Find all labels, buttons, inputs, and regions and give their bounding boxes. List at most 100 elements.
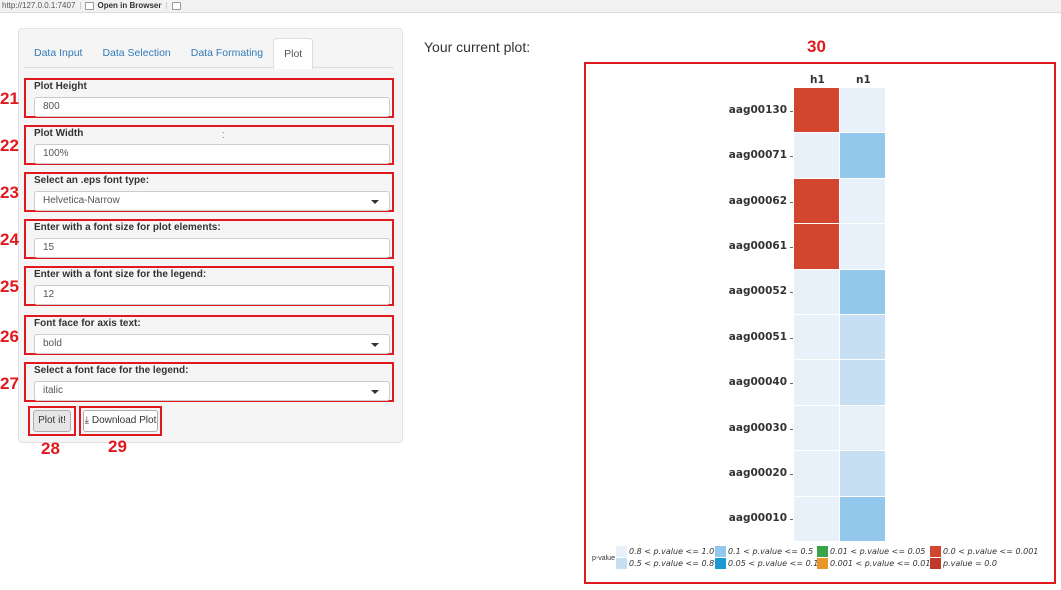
tab-bar: Data Input Data Selection Data Formating… [24,38,394,69]
axis-font-face-select[interactable]: bold [34,334,390,354]
heatmap-cell [794,88,839,133]
legend-swatch [616,546,627,557]
axis-font-face-label: Font face for axis text: [34,318,141,329]
plot-width-input[interactable]: 100% [34,144,390,164]
legend-label: 0.1 < p.value <= 0.5 [728,547,814,556]
legend-font-size-label: Enter with a font size for the legend: [34,269,207,280]
legend-font-size-input[interactable]: 12 [34,285,390,305]
browser-bar: http://127.0.0.1:7407 | Open in Browser … [0,0,1061,13]
annotation-number: 25 [0,277,19,296]
legend-item: 0.8 < p.value <= 1.0 [616,546,714,557]
legend-item: 0.001 < p.value <= 0.01 [817,558,930,569]
row-label-aag00040: aag00040 [728,376,787,389]
plot-font-size-input[interactable]: 15 [34,238,390,258]
row-tick [790,337,793,339]
tab-plot[interactable]: Plot [273,38,314,69]
legend-font-face-select[interactable]: italic [34,381,390,401]
legend-item: 0.1 < p.value <= 0.5 [715,546,813,557]
row-label-aag00051: aag00051 [728,330,787,343]
heatmap-cell [794,360,839,405]
heatmap-cell [840,224,885,269]
chevron-down-icon [371,343,379,347]
legend-swatch [616,558,627,569]
legend-label: 0.001 < p.value <= 0.01 [830,559,931,568]
legend-item: p.value = 0.0 [930,558,997,569]
chevron-down-icon [371,390,379,394]
row-label-aag00130: aag00130 [728,103,787,116]
legend-font-size-group: Enter with a font size for the legend: 1… [24,266,394,306]
legend-swatch [817,558,828,569]
legend-swatch [715,546,726,557]
row-tick [790,201,793,203]
plot-height-input[interactable]: 800 [34,97,390,117]
eps-font-type-group: Select an .eps font type: Helvetica-Narr… [24,172,394,212]
annotation-number: 29 [108,437,127,456]
tab-data-selection[interactable]: Data Selection [92,38,180,67]
annotation-number: 27 [0,374,19,393]
row-tick [790,156,793,158]
plot-height-label: Plot Height [34,81,87,92]
row-tick [790,292,793,294]
heatmap-cell [840,88,885,133]
legend-label: 0.0 < p.value <= 0.001 [943,547,1039,556]
separator: | [79,1,82,10]
refresh-icon[interactable] [171,2,181,10]
row-label-aag00030: aag00030 [728,421,787,434]
download-plot-label: Download Plot [91,415,157,426]
plot-width-value: 100% [43,148,69,159]
heatmap-cell [840,496,885,541]
heatmap-cell [794,269,839,314]
plot-font-size-label: Enter with a font size for plot elements… [34,222,221,233]
heatmap-cell [840,405,885,451]
column-label-n1: n1 [856,74,871,86]
eps-font-type-select[interactable]: Helvetica-Narrow [34,191,390,211]
row-label-aag00052: aag00052 [728,285,787,298]
row-label-aag00071: aag00071 [728,149,787,162]
open-in-browser-button[interactable]: Open in Browser [85,0,162,12]
legend-swatch [817,546,828,557]
row-tick [790,383,793,385]
row-tick [790,473,793,475]
heatmap-cell [794,133,839,178]
heatmap-cell [794,451,839,496]
column-label-h1: h1 [810,74,825,86]
heatmap-cell [794,315,839,360]
eps-font-type-value: Helvetica-Narrow [43,195,120,206]
legend-item: 0.5 < p.value <= 0.8 [616,558,714,569]
row-label-aag00010: aag00010 [728,512,787,525]
legend-swatch [930,546,941,557]
annotation-number: 26 [0,327,19,346]
row-label-aag00020: aag00020 [728,466,787,479]
row-tick [790,519,793,521]
url-text[interactable]: http://127.0.0.1:7407 [2,0,75,12]
legend-label: 0.5 < p.value <= 0.8 [629,559,715,568]
legend-title: p-value [592,555,615,562]
legend-item: 0.05 < p.value <= 0.1 [715,558,818,569]
heatmap-cell [840,133,885,178]
row-tick [790,110,793,112]
annotation-number: 24 [0,230,19,249]
legend-label: p.value = 0.0 [943,559,997,568]
legend-font-face-value: italic [43,385,64,396]
heatmap-cell [840,360,885,405]
plot-width-group: Plot Width ⁚ 100% [24,125,394,165]
resize-handle-icon[interactable]: ⁚ [222,132,225,140]
annotation-number: 23 [0,183,19,202]
heatmap-cell [794,405,839,451]
row-tick [790,428,793,430]
tab-data-input[interactable]: Data Input [24,38,92,67]
tab-data-formating[interactable]: Data Formating [181,38,273,67]
browser-icon [85,2,95,10]
plot-it-button[interactable]: Plot it! [33,410,71,432]
heatmap-cell [840,269,885,314]
row-label-aag00061: aag00061 [728,239,787,252]
row-label-aag00062: aag00062 [728,194,787,207]
plot-height-group: Plot Height 800 [24,78,394,118]
annotation-number: 30 [807,37,826,56]
legend-label: 0.05 < p.value <= 0.1 [728,559,819,568]
plot-font-size-group: Enter with a font size for plot elements… [24,219,394,259]
download-plot-button[interactable]: ⤓ Download Plot [83,410,158,432]
axis-font-face-group: Font face for axis text: bold [24,315,394,355]
legend-font-face-group: Select a font face for the legend: itali… [24,362,394,402]
plot-heading: Your current plot: [424,39,531,55]
